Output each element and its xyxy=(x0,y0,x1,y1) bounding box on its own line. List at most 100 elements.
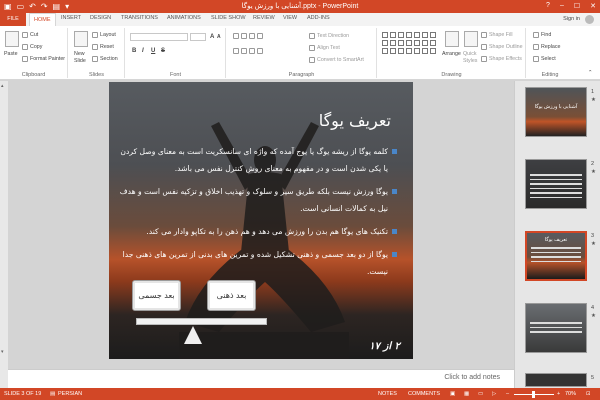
slideshow-view-icon[interactable]: ▷ xyxy=(492,391,496,397)
select-button[interactable]: Select xyxy=(533,56,556,62)
tab-insert[interactable]: INSERT xyxy=(61,15,81,21)
user-avatar-icon[interactable] xyxy=(585,15,594,24)
cursor-icon xyxy=(533,56,539,62)
slide-thumbnail-5[interactable] xyxy=(525,373,587,387)
underline-button[interactable]: U xyxy=(151,48,155,54)
copy-button[interactable]: Copy xyxy=(22,44,42,50)
bullet-item: یوگا ورزش نیست بلکه طریق سیر و سلوک و ته… xyxy=(115,183,397,217)
cut-button[interactable]: Cut xyxy=(22,32,38,38)
brush-icon xyxy=(22,56,28,62)
slide-counter: SLIDE 3 OF 19 xyxy=(4,391,42,397)
ribbon-tabs: FILE HOME INSERT DESIGN TRANSITIONS ANIM… xyxy=(0,13,600,27)
decrease-font-size-button[interactable]: A xyxy=(217,34,221,40)
paste-button[interactable]: Paste xyxy=(4,51,18,57)
shape-outline-button[interactable]: Shape Outline xyxy=(481,44,523,50)
clipboard-group: Paste Cut Copy Format Painter Clipboard xyxy=(0,28,68,78)
help-button[interactable]: ? xyxy=(546,2,550,10)
font-size-select[interactable] xyxy=(190,33,206,41)
increase-font-size-button[interactable]: A xyxy=(210,34,214,40)
zoom-level[interactable]: 70% xyxy=(565,391,576,397)
transition-star-icon: ★ xyxy=(591,97,596,103)
zoom-slider-handle[interactable] xyxy=(532,391,535,398)
minimize-button[interactable]: – xyxy=(560,2,564,10)
text-direction-button[interactable]: Text Direction xyxy=(309,33,349,39)
new-slide-button[interactable]: New xyxy=(74,51,85,57)
thumbnail-number: 5 xyxy=(591,375,595,381)
arrange-button[interactable]: Arrange xyxy=(442,51,461,57)
scale-pan-mental[interactable]: بعد ذهنی xyxy=(207,280,256,311)
replace-icon xyxy=(533,44,539,50)
close-button[interactable]: ✕ xyxy=(590,2,596,10)
layout-button[interactable]: Layout xyxy=(92,32,116,38)
normal-view-icon[interactable]: ▣ xyxy=(450,391,455,397)
new-slide-icon xyxy=(74,31,88,47)
tab-slide-show[interactable]: SLIDE SHOW xyxy=(211,15,246,21)
notes-pane[interactable]: Click to add notes xyxy=(8,369,514,388)
maximize-button[interactable]: ☐ xyxy=(574,2,580,10)
tab-add-ins[interactable]: ADD-INS xyxy=(307,15,330,21)
slide-thumbnail-4[interactable] xyxy=(525,303,587,353)
quick-styles-button[interactable]: Quick xyxy=(463,51,477,57)
scale-beam[interactable] xyxy=(136,318,267,325)
tab-design[interactable]: DESIGN xyxy=(90,15,111,21)
spell-check-icon[interactable]: ▤ xyxy=(50,391,55,397)
copy-icon xyxy=(22,44,28,50)
reset-button[interactable]: Reset xyxy=(92,44,114,50)
collapse-ribbon-icon[interactable]: ⌃ xyxy=(588,70,592,76)
chevron-down-icon[interactable]: ▾ xyxy=(1,349,7,355)
sign-in-link[interactable]: Sign in xyxy=(563,16,580,22)
language-indicator[interactable]: PERSIAN xyxy=(58,391,82,397)
thumbnail-number: 2 xyxy=(591,161,595,167)
slide-title[interactable]: تعریف یوگا xyxy=(319,111,391,130)
tab-animations[interactable]: ANIMATIONS xyxy=(167,15,201,21)
strikethrough-button[interactable]: S xyxy=(161,48,165,54)
zoom-out-button[interactable]: – xyxy=(506,391,509,397)
slide-thumbnail-1[interactable]: آشنایی با ورزش یوگا xyxy=(525,87,587,137)
align-text-button[interactable]: Align Text xyxy=(309,45,340,51)
tab-review[interactable]: REVIEW xyxy=(253,15,275,21)
tab-file[interactable]: FILE xyxy=(0,13,26,26)
paragraph-group-label: Paragraph xyxy=(288,72,315,78)
slide-canvas[interactable]: تعریف یوگا کلمه یوگا از ریشه یوگ یا یوج … xyxy=(109,82,413,359)
slide-thumbnail-3[interactable]: تعریف یوگا xyxy=(525,231,587,281)
bullet-item: کلمه یوگا از ریشه یوگ یا یوج آمده که واژ… xyxy=(115,143,397,177)
font-family-select[interactable] xyxy=(130,33,188,41)
find-button[interactable]: Find xyxy=(533,32,551,38)
zoom-in-button[interactable]: + xyxy=(557,391,560,397)
fit-slide-icon[interactable]: ⊡ xyxy=(586,391,591,397)
tab-transitions[interactable]: TRANSITIONS xyxy=(121,15,158,21)
slide-sorter-icon[interactable]: ▦ xyxy=(464,391,469,397)
align-left-icon xyxy=(233,48,239,54)
reading-view-icon[interactable]: ▭ xyxy=(478,391,483,397)
thumbnail-number: 1 xyxy=(591,89,595,95)
clipboard-group-label: Clipboard xyxy=(21,72,46,78)
scale-pan-physical[interactable]: بعد جسمی xyxy=(132,280,181,311)
italic-button[interactable]: I xyxy=(142,48,144,54)
transition-star-icon: ★ xyxy=(591,313,596,319)
thumbnail-title: تعریف یوگا xyxy=(544,237,568,243)
comments-toggle[interactable]: COMMENTS xyxy=(408,391,440,397)
shape-effects-button[interactable]: Shape Effects xyxy=(481,56,522,62)
alignment-buttons[interactable] xyxy=(233,48,263,54)
editing-group: Find Replace Select Editing xyxy=(527,28,573,78)
notes-toggle[interactable]: NOTES xyxy=(378,391,397,397)
thumbnail-number: 4 xyxy=(591,305,595,311)
format-painter-button[interactable]: Format Painter xyxy=(22,56,65,62)
convert-smartart-button[interactable]: Convert to SmartArt xyxy=(309,57,364,63)
shape-fill-button[interactable]: Shape Fill xyxy=(481,32,513,38)
bullet-list[interactable]: کلمه یوگا از ریشه یوگ یا یوج آمده که واژ… xyxy=(115,143,397,286)
chevron-up-icon[interactable]: ▴ xyxy=(1,83,7,89)
scale-fulcrum[interactable] xyxy=(184,326,202,344)
replace-button[interactable]: Replace xyxy=(533,44,560,50)
bold-button[interactable]: B xyxy=(132,48,136,54)
search-icon xyxy=(533,32,539,38)
window-title: آشنایی با ورزش یوگا.pptx - PowerPoint xyxy=(241,3,359,10)
shapes-gallery[interactable] xyxy=(382,32,437,55)
pen-icon xyxy=(481,44,487,50)
bullets-button[interactable] xyxy=(233,33,263,39)
section-button[interactable]: Section xyxy=(92,56,118,62)
tab-home[interactable]: HOME xyxy=(29,13,56,27)
slide-thumbnail-2[interactable] xyxy=(525,159,587,209)
slide-editor: تعریف یوگا کلمه یوگا از ریشه یوگ یا یوج … xyxy=(8,81,514,388)
tab-view[interactable]: VIEW xyxy=(283,15,297,21)
